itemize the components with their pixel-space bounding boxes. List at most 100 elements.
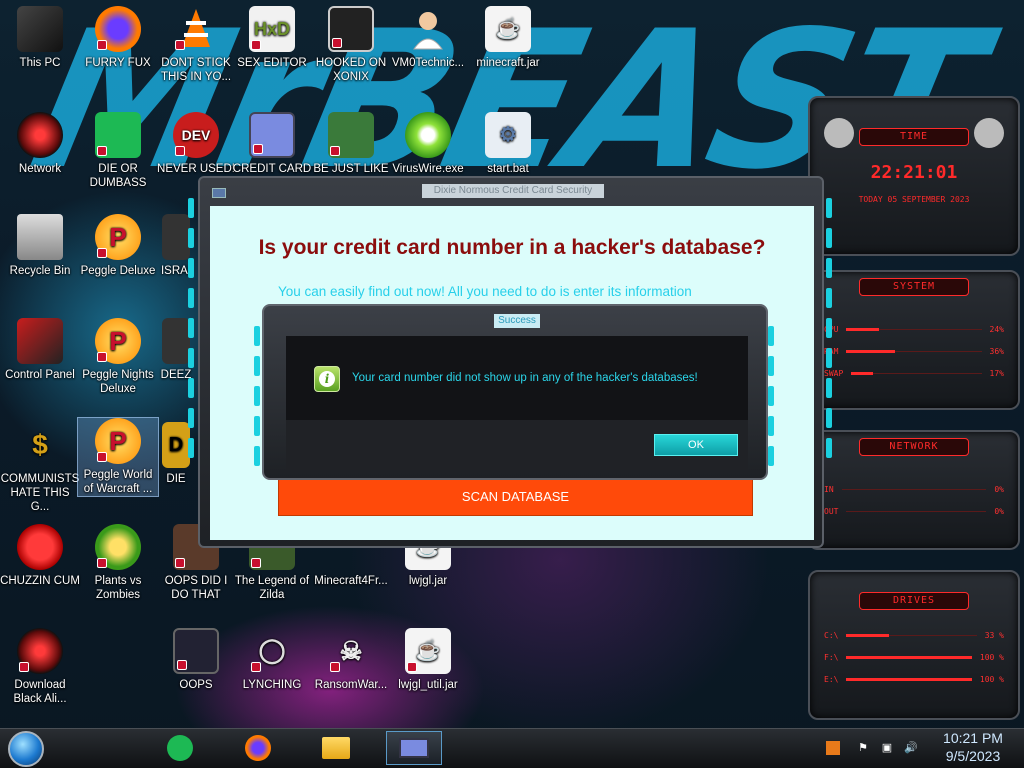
- success-dialog: Success i Your card number did not show …: [254, 304, 774, 480]
- peggle-wow-icon: P: [95, 418, 141, 464]
- desktop-icon-this-pc[interactable]: This PC: [0, 6, 80, 70]
- window-frame-leds: [188, 198, 196, 468]
- window-frame-leds: [826, 198, 834, 468]
- spotify-icon: [95, 112, 141, 158]
- desktop-icon-label: This PC: [19, 57, 61, 69]
- desktop-icon-peggle-wow[interactable]: P Peggle World of Warcraft ...: [77, 417, 159, 497]
- desktop-icon-label: Control Panel: [5, 369, 75, 381]
- desktop-icon-dont-stick[interactable]: DONT STICK THIS IN YO...: [156, 6, 236, 84]
- info-icon: i: [314, 366, 340, 392]
- devcpp-icon: DEV: [173, 112, 219, 158]
- desktop-icon-be-just-like[interactable]: BE JUST LIKE: [311, 112, 391, 176]
- desktop-icon-network[interactable]: Network: [0, 112, 80, 176]
- dialog-body: i Your card number did not show up in an…: [286, 336, 748, 420]
- desktop-icon-label: Peggle Nights Deluxe: [82, 369, 154, 395]
- desktop-icon-start-bat[interactable]: ⚙ start.bat: [468, 112, 548, 176]
- system-widget: SYSTEM CPU24% RAM36% SWAP17%: [808, 270, 1020, 410]
- network-tray-icon[interactable]: ▣: [880, 741, 894, 755]
- ram-row: RAM36%: [810, 340, 1018, 362]
- network-in-row: IN 0%: [824, 484, 1004, 494]
- app-icon: [212, 188, 226, 198]
- desktop-icon-oops[interactable]: OOPS: [156, 628, 236, 692]
- taskbar-clock[interactable]: 10:21 PM 9/5/2023: [930, 729, 1016, 765]
- page-title: Is your credit card number in a hacker's…: [258, 236, 766, 259]
- flag-icon[interactable]: ⚑: [856, 741, 870, 755]
- plant-icon: [95, 524, 141, 570]
- desktop-icon-chuzzin-cum[interactable]: CHUZZIN CUM: [0, 524, 80, 588]
- desktop-icon-label: Download Black Ali...: [13, 679, 67, 705]
- volume-icon[interactable]: 🔊: [904, 741, 918, 755]
- taskbar-spotify[interactable]: [156, 731, 204, 765]
- tray-app-icon[interactable]: [826, 741, 840, 755]
- cpu-row: CPU24%: [810, 318, 1018, 340]
- vlc-cone-icon: [173, 6, 219, 52]
- start-button[interactable]: [8, 731, 44, 767]
- desktop-icon-label: SEX EDITOR: [237, 57, 307, 69]
- desktop-icon-hooked-on-xonix[interactable]: HOOKED ON XONIX: [311, 6, 391, 84]
- desktop-icon-label: VirusWire.exe: [392, 163, 464, 175]
- desktop-icon-peggle-deluxe[interactable]: P Peggle Deluxe: [78, 214, 158, 278]
- drive-e-row: E:\ 100 %: [824, 674, 1004, 684]
- widget-clock: 22:21:01: [870, 162, 958, 183]
- desktop-icon-label: VM0Technic...: [391, 57, 465, 69]
- desktop-icon-label: COMMUNISTS HATE THIS G...: [0, 473, 80, 513]
- desktop-icon-label: Peggle World of Warcraft ...: [83, 469, 153, 495]
- taskbar-file-explorer[interactable]: [312, 731, 360, 765]
- drives-widget: DRIVES C:\ 33 % F:\ 100 % E:\ 100 %: [808, 570, 1020, 720]
- desktop-icon-vm0technic[interactable]: VM0Technic...: [388, 6, 468, 70]
- desktop-icon-viruswire[interactable]: VirusWire.exe: [388, 112, 468, 176]
- firefox-icon: [245, 735, 271, 761]
- widget-title: TIME: [859, 128, 969, 146]
- swap-row: SWAP 17%: [824, 368, 1004, 378]
- dialog-frame-leds: [254, 326, 262, 476]
- desktop-icon-die-or-dumbass[interactable]: DIE OR DUMBASS: [78, 112, 158, 190]
- widget-title: SYSTEM: [859, 278, 969, 296]
- desktop-icon-sex-editor[interactable]: HxD SEX EDITOR: [232, 6, 312, 70]
- desktop-icon-label: DIE: [166, 473, 186, 485]
- taskbar-firefox[interactable]: [234, 731, 282, 765]
- dialog-footer: OK: [286, 420, 748, 470]
- credit-card-app-icon: [399, 738, 429, 758]
- control-panel-icon: [17, 318, 63, 364]
- desktop-icon-label: lwjgl_util.jar: [398, 679, 458, 691]
- scan-database-button[interactable]: SCAN DATABASE: [278, 478, 753, 516]
- desktop-icon-never-used[interactable]: DEV NEVER USED!: [156, 112, 236, 176]
- skull-icon: ☠: [328, 628, 374, 674]
- desktop-icon-furry-fux[interactable]: FURRY FUX: [78, 6, 158, 70]
- taskbar-credit-card-app[interactable]: [386, 731, 442, 765]
- document-icon: [162, 318, 190, 364]
- widget-title: DRIVES: [859, 592, 969, 610]
- desktop-icon-label: Peggle Deluxe: [80, 265, 156, 277]
- desktop-icon-label: DIE OR DUMBASS: [89, 163, 147, 189]
- dialog-message: Your card number did not show up in any …: [352, 372, 698, 384]
- taskbar: ⚑ ▣ 🔊 10:21 PM 9/5/2023: [0, 728, 1024, 768]
- desktop-icon-plants-vs-zombies[interactable]: Plants vs Zombies: [78, 524, 158, 602]
- window-titlebar[interactable]: Dixie Normous Credit Card Security: [200, 178, 822, 204]
- desktop-icon-label: start.bat: [487, 163, 529, 175]
- desktop-icon-lynching[interactable]: ◯ LYNCHING: [232, 628, 312, 692]
- desktop-icon-label: OOPS DID I DO THAT: [164, 575, 228, 601]
- desktop-icon-label: Minecraft4Fr...: [314, 575, 388, 587]
- desktop-icon-ransomware[interactable]: ☠ RansomWar...: [311, 628, 391, 692]
- desktop-icon-communists[interactable]: $ COMMUNISTS HATE THIS G...: [0, 422, 80, 514]
- time-widget: TIME 22:21:01 TODAY 05 SEPTEMBER 2023: [808, 96, 1020, 256]
- desktop-icon-peggle-nights[interactable]: P Peggle Nights Deluxe: [78, 318, 158, 396]
- desktop-icon-lwjgl-util-jar[interactable]: ☕ lwjgl_util.jar: [388, 628, 468, 692]
- firefox-icon: [95, 6, 141, 52]
- desktop-icon-recycle-bin[interactable]: Recycle Bin: [0, 214, 80, 278]
- ok-button[interactable]: OK: [654, 434, 738, 456]
- dialog-title: Success: [494, 314, 540, 328]
- alien-logo-icon: [824, 118, 854, 148]
- desktop-icon-label: DONT STICK THIS IN YO...: [160, 57, 232, 83]
- document-icon: [162, 214, 190, 260]
- desktop-icon-credit-card[interactable]: CREDIT CARD: [232, 112, 312, 176]
- desktop-icon-minecraft-jar[interactable]: ☕ minecraft.jar: [468, 6, 548, 70]
- santa-character-icon: [328, 112, 374, 158]
- taskbar-date: 9/5/2023: [945, 748, 1001, 764]
- desktop-icon-control-panel[interactable]: Control Panel: [0, 318, 80, 382]
- desktop-icon-download-black-ali[interactable]: Download Black Ali...: [0, 628, 80, 706]
- alien-icon: [17, 628, 63, 674]
- drive-c-row: C:\ 33 %: [824, 630, 1004, 640]
- taskbar-time: 10:21 PM: [943, 730, 1003, 746]
- desktop-icon-label: RansomWar...: [314, 679, 388, 691]
